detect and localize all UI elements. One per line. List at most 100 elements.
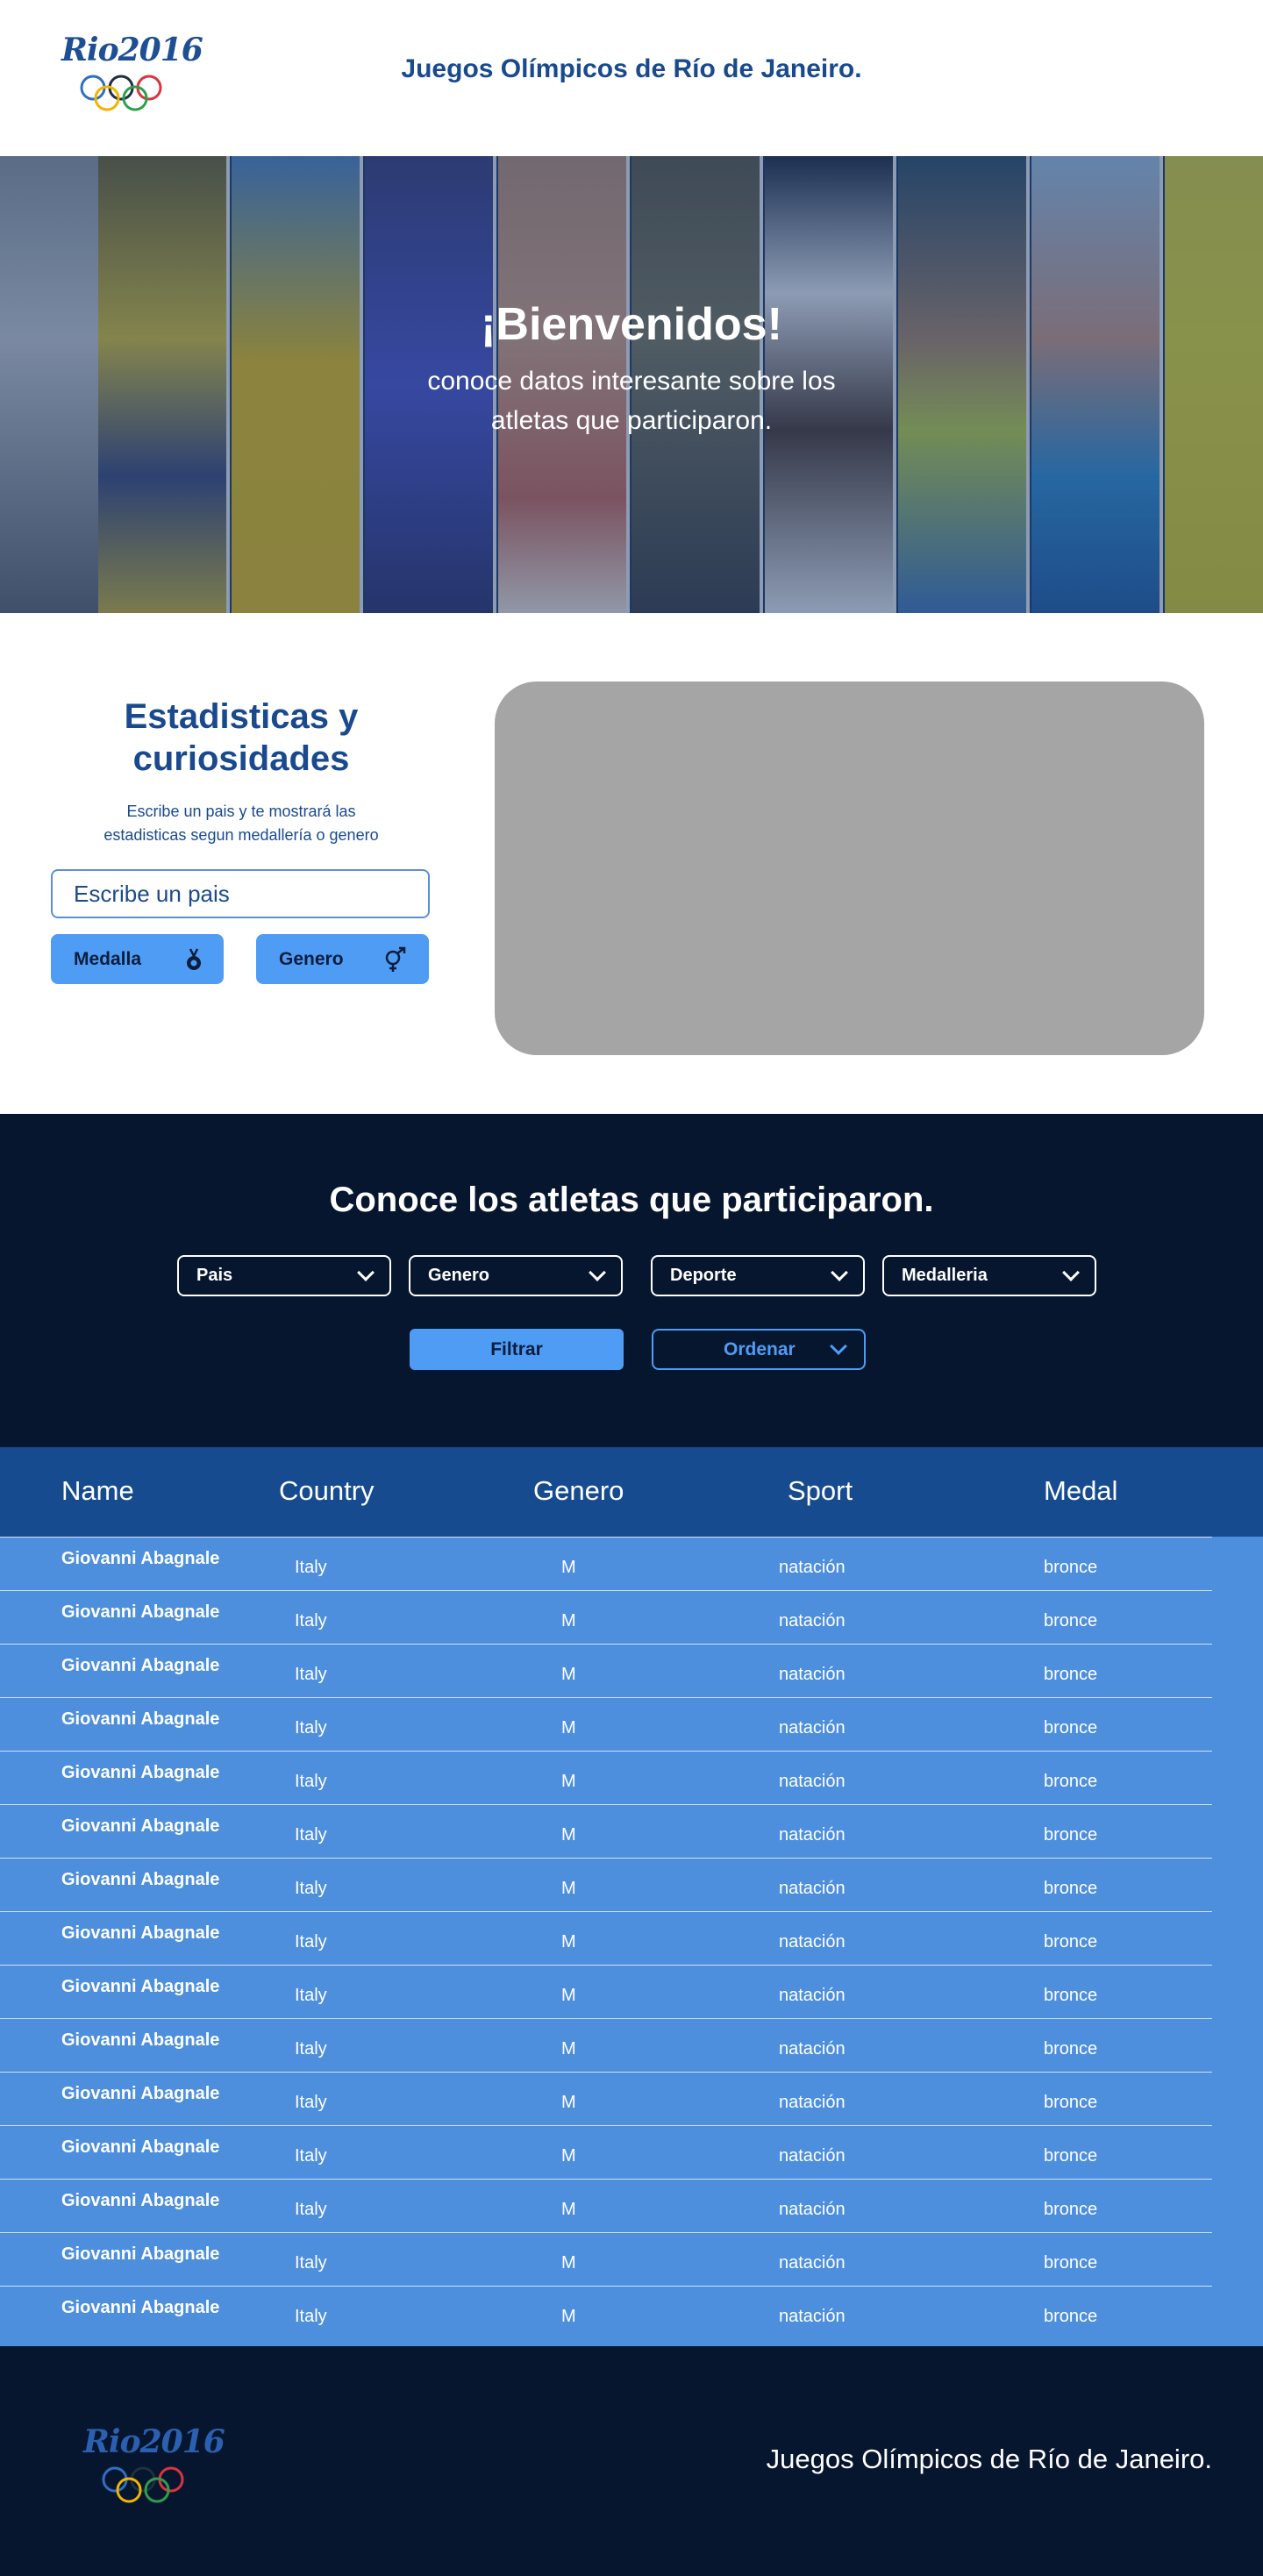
gender-icon (385, 946, 406, 972)
cell-sport: natación (779, 1879, 846, 1898)
table-body: Giovanni Abagnale Italy Mnatación bronce Gio… (0, 1537, 1263, 2346)
cell-sport: natación (779, 2200, 846, 2219)
cell-medal: bronce (1044, 1772, 1098, 1791)
table-row[interactable]: Giovanni Abagnale Italy Mnatación bronce (0, 2125, 1263, 2179)
table-row[interactable]: Giovanni Abagnale Italy Mnatación bronce (0, 1858, 1263, 1911)
order-dropdown[interactable]: Ordenar (652, 1329, 866, 1370)
filter-country-dropdown[interactable]: Pais (177, 1255, 391, 1296)
cell-country: Italy (295, 1879, 327, 1898)
cell-country: Italy (295, 1772, 327, 1791)
cell-medal: bronce (1044, 1932, 1098, 1952)
row-divider (0, 2232, 1212, 2233)
stats-section: Estadisticas y curiosidades Escribe un p… (0, 613, 1263, 1114)
cell-name: Giovanni Abagnale (61, 1656, 220, 1675)
cell-gender: M (561, 2200, 576, 2219)
cell-name: Giovanni Abagnale (61, 2030, 220, 2050)
dropdown-label: Medalleria (902, 1266, 988, 1285)
cell-country: Italy (295, 1718, 327, 1738)
cell-country: Italy (295, 1558, 327, 1577)
site-header: Rio2016 Juegos Olímpicos de Río de Janei… (0, 0, 1263, 156)
column-header-sport: Sport (788, 1475, 853, 1506)
chevron-down-icon (589, 1264, 606, 1281)
cell-medal: bronce (1044, 2146, 1098, 2166)
gender-button-label: Genero (279, 948, 344, 969)
hero-subtitle: conoce datos interesante sobre los atlet… (0, 361, 1263, 440)
table-row[interactable]: Giovanni Abagnale Italy Mnatación bronce (0, 1644, 1263, 1697)
cell-name: Giovanni Abagnale (61, 2191, 220, 2210)
cell-country: Italy (295, 2093, 327, 2112)
medal-icon (187, 947, 201, 970)
row-divider (0, 2018, 1212, 2019)
table-row[interactable]: Giovanni Abagnale Italy Mnatación bronce (0, 1804, 1263, 1858)
cell-country: Italy (295, 1932, 327, 1952)
olympic-rings-icon (102, 2466, 184, 2503)
cell-medal: bronce (1044, 2253, 1098, 2273)
cell-name: Giovanni Abagnale (61, 2084, 220, 2103)
row-divider (0, 1911, 1212, 1912)
column-header-name: Name (61, 1475, 134, 1506)
row-divider (0, 1965, 1212, 1966)
cell-medal: bronce (1044, 1825, 1098, 1845)
column-header-gender: Genero (533, 1475, 624, 1506)
dropdown-label: Deporte (670, 1266, 737, 1285)
stats-description: Escribe un pais y te mostrará las estadi… (51, 800, 432, 847)
cell-medal: bronce (1044, 2307, 1098, 2326)
column-header-medal: Medal (1044, 1475, 1118, 1506)
filter-button[interactable]: Filtrar (410, 1329, 624, 1370)
cell-name: Giovanni Abagnale (61, 1923, 220, 1943)
dropdown-label: Pais (196, 1266, 233, 1285)
cell-name: Giovanni Abagnale (61, 1549, 220, 1568)
chevron-down-icon (831, 1264, 848, 1281)
row-divider (0, 1697, 1212, 1698)
stats-title-line: Estadisticas y (124, 697, 359, 736)
table-row[interactable]: Giovanni Abagnale Italy Mnatación bronce (0, 1751, 1263, 1804)
table-row[interactable]: Giovanni Abagnale Italy Mnatación bronce (0, 1911, 1263, 1965)
athletes-title: Conoce los atletas que participaron. (329, 1181, 934, 1219)
footer-logo[interactable]: Rio2016 (83, 2423, 225, 2503)
cell-sport: natación (779, 2039, 846, 2059)
footer-text: Juegos Olímpicos de Río de Janeiro. (766, 2444, 1212, 2474)
stats-chart-panel (495, 681, 1204, 1055)
country-search-input[interactable] (51, 869, 430, 918)
cell-sport: natación (779, 1665, 846, 1684)
table-row[interactable]: Giovanni Abagnale Italy Mnatación bronce (0, 1590, 1263, 1644)
cell-name: Giovanni Abagnale (61, 1763, 220, 1782)
site-footer: Rio2016 Juegos Olímpicos de Río de Janei… (0, 2346, 1263, 2576)
cell-name: Giovanni Abagnale (61, 1709, 220, 1729)
filter-medal-dropdown[interactable]: Medalleria (882, 1255, 1096, 1296)
cell-country: Italy (295, 2253, 327, 2273)
cell-sport: natación (779, 1825, 846, 1845)
cell-gender: M (561, 2146, 576, 2166)
table-row[interactable]: Giovanni Abagnale Italy Mnatación bronce (0, 1965, 1263, 2018)
cell-country: Italy (295, 1825, 327, 1845)
cell-country: Italy (295, 2039, 327, 2059)
row-divider (0, 1858, 1212, 1859)
table-row[interactable]: Giovanni Abagnale Italy Mnatación bronce (0, 2072, 1263, 2125)
cell-gender: M (561, 1558, 576, 1577)
cell-gender: M (561, 2093, 576, 2112)
header-title: Juegos Olímpicos de Río de Janeiro. (401, 54, 862, 83)
table-row[interactable]: Giovanni Abagnale Italy Mnatación bronce (0, 2286, 1263, 2339)
stats-title-line: curiosidades (132, 739, 350, 778)
gender-button[interactable]: Genero (256, 934, 429, 984)
column-header-country: Country (279, 1475, 375, 1506)
row-divider (0, 1804, 1212, 1805)
table-row[interactable]: Giovanni Abagnale Italy Mnatación bronce (0, 1537, 1263, 1590)
filter-gender-dropdown[interactable]: Genero (409, 1255, 623, 1296)
table-row[interactable]: Giovanni Abagnale Italy Mnatación bronce (0, 2018, 1263, 2072)
cell-gender: M (561, 2039, 576, 2059)
filter-sport-dropdown[interactable]: Deporte (651, 1255, 865, 1296)
cell-sport: natación (779, 1558, 846, 1577)
table-row[interactable]: Giovanni Abagnale Italy Mnatación bronce (0, 1697, 1263, 1751)
table-row[interactable]: Giovanni Abagnale Italy Mnatación bronce (0, 2232, 1263, 2286)
medal-button[interactable]: Medalla (51, 934, 224, 984)
row-divider (0, 2125, 1212, 2126)
cell-gender: M (561, 1772, 576, 1791)
cell-medal: bronce (1044, 1718, 1098, 1738)
logo-wordmark: Rio2016 (83, 2423, 225, 2460)
cell-medal: bronce (1044, 1986, 1098, 2005)
table-row[interactable]: Giovanni Abagnale Italy Mnatación bronce (0, 2179, 1263, 2232)
athletes-section: Conoce los atletas que participaron. Pai… (0, 1114, 1263, 1447)
cell-name: Giovanni Abagnale (61, 1977, 220, 1996)
cell-country: Italy (295, 1665, 327, 1684)
